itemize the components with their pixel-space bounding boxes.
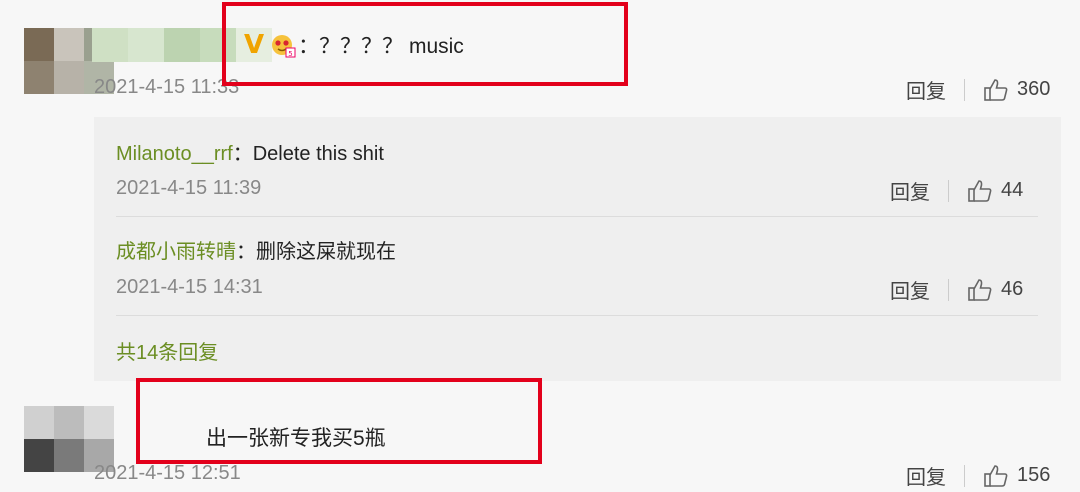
- reply-timestamp: 2021-4-15 11:39: [116, 177, 262, 199]
- comment-timestamp: 2021-4-15 12:51: [94, 462, 241, 484]
- divider: [948, 179, 949, 202]
- highlight-box: [222, 2, 628, 86]
- like-count: 44: [1001, 179, 1024, 201]
- thumbs-up-icon[interactable]: [967, 178, 993, 204]
- reply-button[interactable]: 回复: [906, 75, 946, 104]
- reply-timestamp: 2021-4-15 14:31: [116, 276, 263, 298]
- more-replies-link[interactable]: 共14条回复: [116, 336, 218, 365]
- reply-username[interactable]: 成都小雨转晴: [116, 241, 236, 263]
- like-count: 360: [1017, 78, 1051, 100]
- reply-text: ：Delete this shit: [232, 143, 384, 165]
- reply-button[interactable]: 回复: [890, 275, 930, 304]
- reply-item: Milanoto__rrf：Delete this shit: [116, 137, 384, 166]
- divider: [964, 464, 965, 487]
- highlight-box: [136, 378, 542, 464]
- like-count: 156: [1017, 464, 1051, 486]
- divider: [964, 78, 965, 101]
- divider: [948, 278, 949, 301]
- reply-button[interactable]: 回复: [906, 461, 946, 490]
- thumbs-up-icon[interactable]: [967, 277, 993, 303]
- thumbs-up-icon[interactable]: [983, 77, 1009, 103]
- reply-actions: 回复 44: [890, 176, 1023, 205]
- like-count: 46: [1001, 278, 1024, 300]
- reply-actions: 回复 46: [890, 275, 1023, 304]
- comment-actions: 回复 156: [906, 461, 1050, 490]
- reply-divider: [116, 315, 1038, 316]
- comment-timestamp: 2021-4-15 11:33: [94, 76, 240, 98]
- reply-username[interactable]: Milanoto__rrf: [116, 143, 233, 165]
- thumbs-up-icon[interactable]: [983, 463, 1009, 489]
- reply-divider: [116, 216, 1038, 217]
- comment-section: V 5 ：？？？？ music 2021-4-15 11:33 回复 360 M…: [0, 0, 1080, 492]
- comment-actions: 回复 360: [906, 75, 1050, 104]
- reply-item: 成都小雨转晴：删除这屎就现在: [116, 235, 396, 264]
- reply-text: ：删除这屎就现在: [236, 241, 396, 263]
- reply-button[interactable]: 回复: [890, 176, 930, 205]
